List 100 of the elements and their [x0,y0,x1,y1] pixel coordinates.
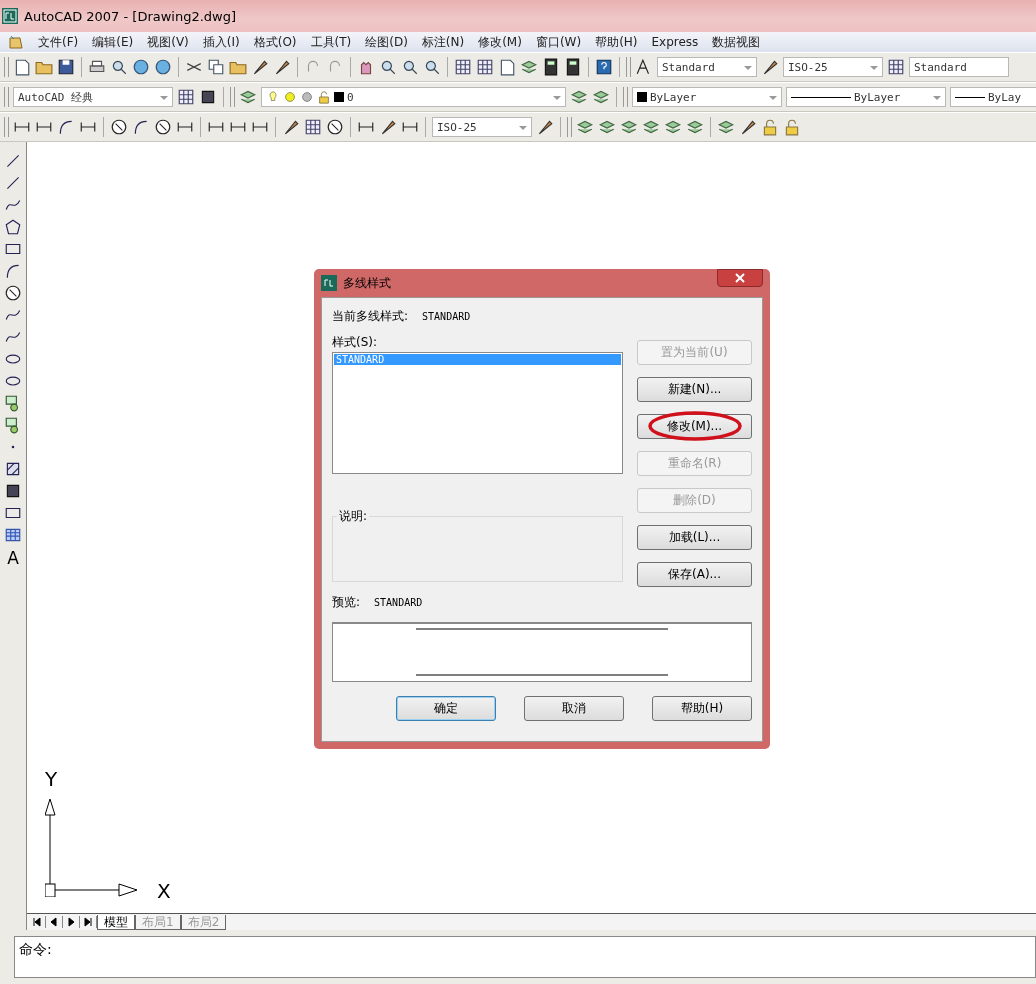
x-axis-label: X [157,881,171,901]
page-icon[interactable] [498,58,516,76]
brush-icon[interactable] [536,118,554,136]
brush-icon[interactable] [273,58,291,76]
workspace-dropdown[interactable]: AutoCAD 经典 [13,87,173,107]
layers-icon[interactable] [239,88,257,106]
menu-item[interactable]: 工具(T) [310,33,352,51]
menu-item[interactable]: 帮助(H) [595,33,638,51]
layers-icon[interactable] [686,118,704,136]
menu-item[interactable]: 数据视图 [712,33,761,51]
brush-icon[interactable] [379,118,397,136]
calculator-icon[interactable] [542,58,560,76]
circle-icon[interactable] [110,118,128,136]
window-title: AutoCAD 2007 - [Drawing2.dwg] [24,8,237,24]
layers-icon[interactable] [642,118,660,136]
menu-item[interactable]: Express [651,35,699,49]
layers-icon[interactable] [520,58,538,76]
document-icon[interactable] [8,34,24,50]
layers-icon[interactable] [598,118,616,136]
layers-icon[interactable] [664,118,682,136]
hatch-icon[interactable] [4,460,22,478]
current-style-label: 当前多线样式: [332,307,409,325]
linetype-dropdown[interactable]: ByLayer [786,87,946,107]
circle-icon[interactable] [154,118,172,136]
dialog-title: 多线样式 [343,274,391,292]
menu-item[interactable]: 文件(F) [38,33,79,51]
brush-icon[interactable] [282,118,300,136]
calculator-icon[interactable] [564,58,582,76]
dimension-style-dropdown[interactable]: ISO-25 [432,117,532,137]
gradient-icon[interactable] [4,482,22,500]
padlock-icon [317,90,331,104]
layers-icon[interactable] [576,118,594,136]
globe-icon[interactable] [154,58,172,76]
copy-icon[interactable] [207,58,225,76]
dimension-style-dropdown[interactable]: ISO-25 [783,57,883,77]
grid-icon[interactable] [887,58,905,76]
grid-icon[interactable] [304,118,322,136]
grid-icon[interactable] [476,58,494,76]
magnifier-icon[interactable] [379,58,397,76]
circle-icon[interactable] [326,118,344,136]
layers-icon[interactable] [620,118,638,136]
line-icon[interactable] [4,152,22,170]
close-button[interactable] [717,269,763,287]
app-logo-icon [321,275,337,291]
menu-item[interactable]: 绘图(D) [365,33,408,51]
layout-tab[interactable]: 模型 [97,914,135,930]
arc-icon[interactable] [57,118,75,136]
globe-icon[interactable] [132,58,150,76]
command-prompt: 命令: [19,941,52,957]
arc-icon[interactable] [4,262,22,280]
help-icon[interactable] [595,58,613,76]
menu-item[interactable]: 编辑(E) [92,33,134,51]
preview-label: 预览: [332,593,361,611]
gradient-icon[interactable] [199,88,217,106]
color-dropdown[interactable]: ByLayer [632,87,782,107]
menu-item[interactable]: 修改(M) [478,33,522,51]
close-icon [735,273,745,283]
text-tool-button[interactable]: A [7,548,19,568]
layers-icon[interactable] [592,88,610,106]
layer-dropdown[interactable]: 0 [261,87,566,107]
current-style-value: STANDARD [422,310,471,322]
menu-item[interactable]: 标注(N) [421,33,465,51]
dialog-button[interactable]: 新建(N)... [637,377,752,402]
menu-item[interactable]: 窗口(W) [535,33,582,51]
brush-icon[interactable] [251,58,269,76]
page-icon[interactable] [13,58,31,76]
table-icon[interactable] [4,526,22,544]
grid-icon[interactable] [177,88,195,106]
layers-icon[interactable] [570,88,588,106]
dialog-button[interactable]: 确定 [396,696,496,721]
magnifier-icon[interactable] [110,58,128,76]
text-style-dropdown[interactable]: Standard [657,57,757,77]
table-style-dropdown[interactable]: Standard [909,57,1009,77]
preview-style-name: STANDARD [374,596,423,608]
brush-icon[interactable] [761,58,779,76]
magnifier-icon[interactable] [401,58,419,76]
grid-icon[interactable] [454,58,472,76]
dialog-button[interactable]: 帮助(H) [652,696,752,721]
sun-icon [283,90,297,104]
y-axis-label: Y [45,769,58,789]
lineweight-dropdown[interactable]: ByLay [950,87,1036,107]
menu-item[interactable]: 插入(I) [202,33,240,51]
dialog-button[interactable]: 加载(L)... [637,525,752,550]
dialog-button[interactable]: 取消 [524,696,624,721]
color-swatch-icon [637,92,647,102]
circle-icon[interactable] [4,284,22,302]
pentagon-icon[interactable] [4,218,22,236]
app-logo-icon [2,8,18,24]
color-swatch-icon [334,92,344,102]
menu-item[interactable]: 格式(O) [253,33,297,51]
arc-icon[interactable] [132,118,150,136]
dialog-button[interactable]: 保存(A)... [637,562,752,587]
padlock-icon[interactable] [783,118,801,136]
brush-icon[interactable] [739,118,757,136]
layers-icon[interactable] [717,118,735,136]
magnifier-icon[interactable] [423,58,441,76]
description-label: 说明: [337,508,370,525]
line-icon[interactable] [4,174,22,192]
styles-label: 样式(S): [332,334,379,351]
menu-item[interactable]: 视图(V) [147,33,189,51]
